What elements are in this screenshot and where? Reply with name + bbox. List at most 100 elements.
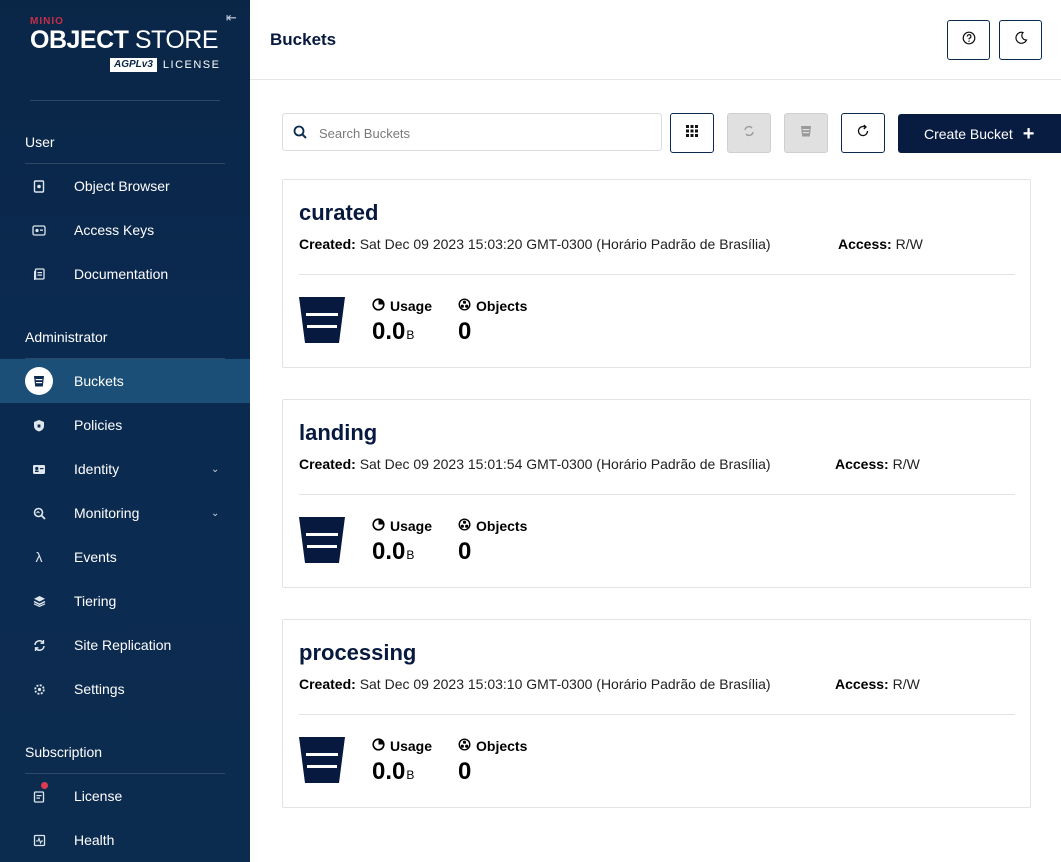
lambda-icon: λ [35,549,43,565]
bucket-icon [25,367,53,395]
logo-product: OBJECT STORE [30,26,219,54]
created-label: Created: [299,456,356,472]
sidebar-item-label: Events [74,549,117,565]
usage-unit: B [406,328,415,342]
usage-icon [372,518,385,534]
bucket-created: Created: Sat Dec 09 2023 15:03:20 GMT-03… [299,236,771,252]
sidebar-item-identity[interactable]: Identity ⌄ [0,447,250,491]
divider [299,274,1015,275]
sidebar-item-object-browser[interactable]: Object Browser [0,164,250,208]
bucket-access: Access: R/W [835,676,920,692]
refresh-button[interactable] [841,113,885,153]
access-label: Access: [838,236,892,252]
bucket-lifecycle-icon [799,124,813,143]
dark-mode-toggle[interactable] [999,20,1042,60]
usage-unit: B [406,768,415,782]
objects-value: 0 [458,538,472,565]
objects-icon [458,298,471,314]
sidebar: MINIO OBJECT STORE AGPLv3 LICENSE ⇤ User… [0,0,250,862]
bucket-card[interactable]: curated Created: Sat Dec 09 2023 15:03:2… [282,179,1031,368]
policies-icon [25,411,53,439]
documentation-icon [25,260,53,288]
create-bucket-label: Create Bucket [924,125,1013,142]
sidebar-item-tiering[interactable]: Tiering [0,579,250,623]
sidebar-item-label: License [74,788,123,804]
usage-label: Usage [390,738,433,754]
minio-logo: MINIO OBJECT STORE AGPLv3 LICENSE [30,16,219,72]
access-value: R/W [892,456,920,472]
chevron-down-icon[interactable]: ⌄ [211,464,219,475]
lifecycle-button[interactable] [784,113,828,153]
logo-product-rest: STORE [134,26,219,54]
access-label: Access: [835,456,889,472]
section-title-administrator: Administrator [25,329,108,345]
bucket-name[interactable]: landing [299,420,377,446]
site-replication-icon [25,631,53,659]
objects-label: Objects [476,298,528,314]
bucket-name[interactable]: processing [299,640,416,666]
sidebar-item-events[interactable]: λ Events [0,535,250,579]
identity-icon [25,455,53,483]
bucket-created: Created: Sat Dec 09 2023 15:01:54 GMT-03… [299,456,771,472]
help-button[interactable] [947,20,990,60]
sidebar-item-license[interactable]: License [0,774,250,818]
sidebar-item-policies[interactable]: Policies [0,403,250,447]
chevron-down-icon[interactable]: ⌄ [211,508,219,519]
sidebar-item-label: Tiering [74,593,117,609]
page-title: Buckets [270,30,337,49]
bucket-card[interactable]: landing Created: Sat Dec 09 2023 15:01:5… [282,399,1031,588]
usage-icon [372,298,385,314]
sidebar-item-label: Access Keys [74,222,155,238]
sidebar-item-health[interactable]: Health [0,818,250,862]
access-keys-icon [25,216,53,244]
bucket-icon [299,736,345,789]
created-value: Sat Dec 09 2023 15:03:10 GMT-0300 (Horár… [359,676,771,692]
bucket-access: Access: R/W [835,456,920,472]
search-bar [282,113,662,151]
sidebar-item-label: Monitoring [74,505,140,521]
usage-value: 0.0 [372,538,406,565]
sidebar-item-buckets[interactable]: Buckets [0,359,250,403]
search-input[interactable] [319,122,649,144]
section-title-user: User [25,134,55,150]
objects-label: Objects [476,738,528,754]
sidebar-item-site-replication[interactable]: Site Replication [0,623,250,667]
created-value: Sat Dec 09 2023 15:03:20 GMT-0300 (Horár… [359,236,771,252]
license-icon [25,782,53,810]
notification-dot [41,782,48,789]
usage-stat: Usage 0.0B [372,518,432,566]
sidebar-item-monitoring[interactable]: Monitoring ⌄ [0,491,250,535]
usage-label: Usage [390,518,433,534]
usage-value: 0.0 [372,758,406,785]
collapse-sidebar-icon[interactable]: ⇤ [226,10,237,26]
create-bucket-button[interactable]: Create Bucket + [898,114,1061,153]
sidebar-item-settings[interactable]: Settings [0,667,250,711]
sidebar-item-documentation[interactable]: Documentation [0,252,250,296]
help-icon [962,31,976,50]
moon-icon [1014,31,1028,50]
objects-icon [458,518,471,534]
bucket-created: Created: Sat Dec 09 2023 15:03:10 GMT-03… [299,676,771,692]
sidebar-item-access-keys[interactable]: Access Keys [0,208,250,252]
objects-label: Objects [476,518,528,534]
object-browser-icon [25,172,53,200]
usage-icon [372,738,385,754]
bucket-icon [299,516,345,569]
replication-button[interactable] [727,113,771,153]
bucket-icon [299,296,345,349]
objects-stat: Objects 0 [458,738,527,786]
access-value: R/W [895,236,923,252]
sidebar-item-label: Identity [74,461,120,477]
created-value: Sat Dec 09 2023 15:01:54 GMT-0300 (Horár… [359,456,771,472]
select-multiple-button[interactable] [670,113,714,153]
plus-icon: + [1022,122,1035,145]
license-label: LICENSE [162,59,221,71]
divider [299,494,1015,495]
bucket-name[interactable]: curated [299,200,378,226]
page-header: Buckets [250,0,1061,80]
created-label: Created: [299,236,356,252]
health-icon [25,826,53,854]
bucket-card[interactable]: processing Created: Sat Dec 09 2023 15:0… [282,619,1031,808]
sidebar-item-label: Documentation [74,266,169,282]
objects-stat: Objects 0 [458,518,527,566]
